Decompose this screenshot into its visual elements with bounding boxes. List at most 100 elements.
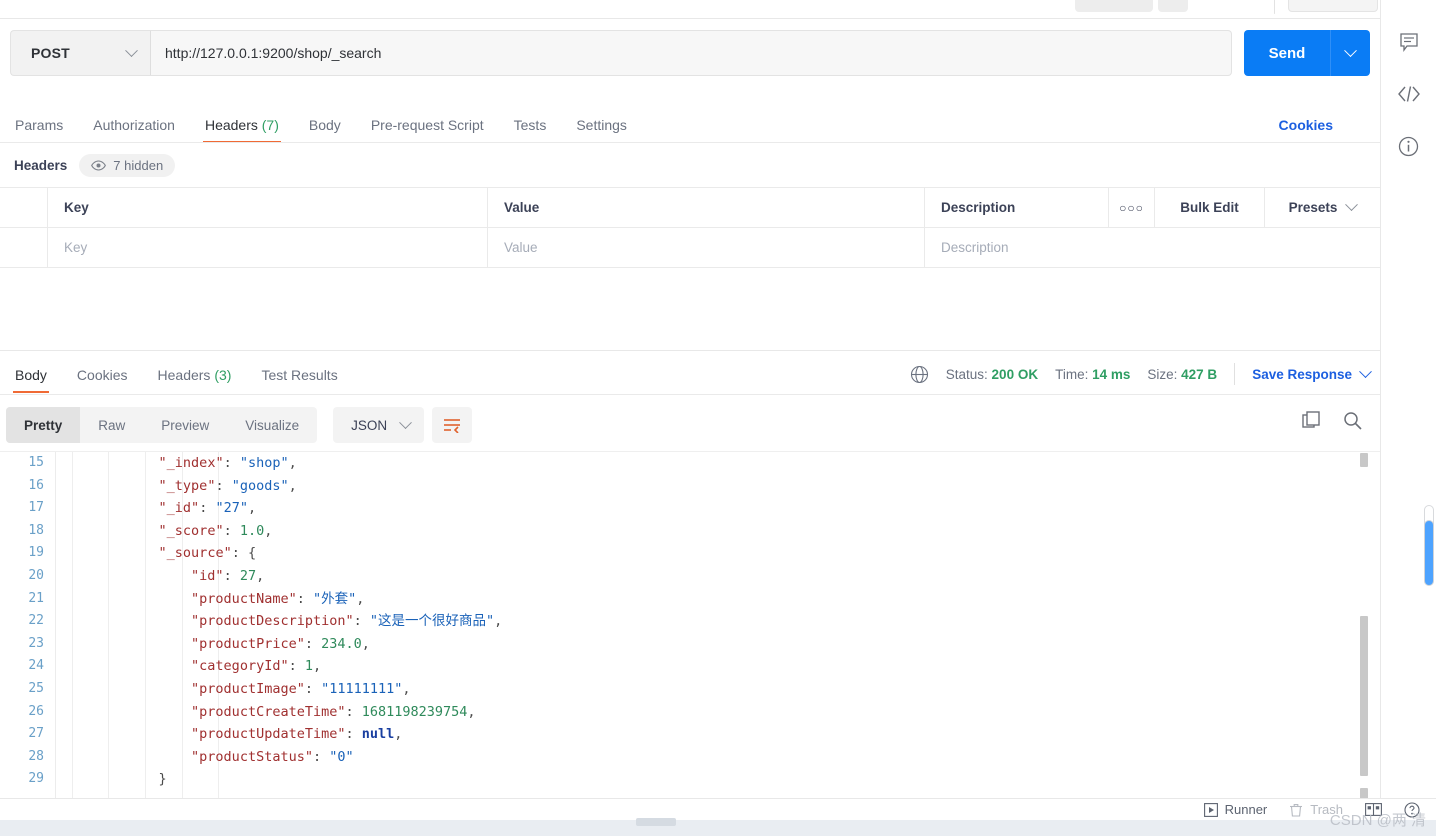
line-number: 27 [28,726,44,742]
send-button-group: Send [1244,30,1370,76]
bulk-edit-button[interactable]: Bulk Edit [1155,188,1265,227]
tab-label: Settings [576,117,627,133]
window-bottom-notch [636,818,676,826]
table-options-button[interactable]: ○○○ [1109,188,1155,227]
code-scrollbar-thumb-top[interactable] [1360,453,1368,467]
presets-label: Presets [1288,200,1338,215]
response-tab-test-results[interactable]: Test Results [246,367,352,393]
row-checkbox-cell[interactable] [0,228,48,267]
response-tabs-divider [0,394,1380,395]
tab-params[interactable]: Params [0,117,78,143]
cookies-link[interactable]: Cookies [1279,117,1333,133]
tab-pre-request-script[interactable]: Pre-request Script [356,117,499,143]
partial-button-a[interactable] [1075,0,1153,12]
view-mode-segmented: Pretty Raw Preview Visualize [6,407,318,443]
help-icon[interactable] [1404,801,1420,818]
hidden-headers-label: 7 hidden [113,157,164,173]
comment-icon[interactable] [1397,30,1421,54]
trash-icon [1289,803,1303,817]
code-line: "_source": { [158,545,257,562]
response-header: Body Cookies Headers (3) Test Results St… [0,359,1380,393]
tab-authorization[interactable]: Authorization [78,117,190,143]
headers-title: Headers [14,157,68,173]
time-badge: Time: 14 ms [1055,367,1130,382]
tab-tests[interactable]: Tests [499,117,562,143]
browser-scrollbar-thumb[interactable] [1424,520,1434,586]
value-input[interactable]: Value [488,228,925,267]
view-mode-preview[interactable]: Preview [143,407,227,443]
window-bottom-chrome [0,820,1436,836]
view-mode-pretty[interactable]: Pretty [6,407,81,443]
code-line: "productCreateTime": 1681198239754, [191,703,476,720]
eye-icon [91,159,107,171]
request-response-pane: POST http://127.0.0.1:9200/shop/_search … [0,19,1380,800]
top-partial-toolbar [0,0,1380,19]
tab-headers[interactable]: Headers (7) [190,117,294,143]
code-line: "productImage": "11111111", [191,680,411,697]
line-number: 15 [28,455,44,470]
view-mode-raw[interactable]: Raw [80,407,143,443]
view-mode-visualize[interactable]: Visualize [227,407,317,443]
presets-button[interactable]: Presets [1265,188,1380,227]
tab-body[interactable]: Body [294,117,356,143]
tab-settings[interactable]: Settings [561,117,642,143]
response-tab-headers[interactable]: Headers (3) [143,367,247,393]
tab-label: Cookies [76,367,128,383]
code-icon[interactable] [1397,82,1421,106]
tab-count: (3) [214,367,232,383]
word-wrap-icon[interactable] [432,407,473,443]
search-icon[interactable] [1343,411,1362,430]
response-body-toolbar: Pretty Raw Preview Visualize JSON [6,405,473,445]
time-value: 14 ms [1092,366,1131,382]
column-header-value: Value [488,188,925,227]
partial-button-b[interactable] [1158,0,1188,12]
status-bar: Runner Trash [0,798,1436,820]
table-header-row: Key Value Description ○○○ Bulk Edit Pres… [0,188,1380,228]
key-input[interactable]: Key [48,228,488,267]
two-pane-layout-icon[interactable] [1365,803,1382,816]
send-button[interactable]: Send [1244,30,1330,76]
tabs-divider [0,142,1380,143]
line-number: 28 [28,748,44,764]
runner-button[interactable]: Runner [1203,802,1267,817]
send-options-button[interactable] [1330,30,1370,76]
copy-icon[interactable] [1302,411,1321,430]
partial-button-c[interactable] [1288,0,1378,12]
partial-divider [1274,0,1275,14]
url-input[interactable]: http://127.0.0.1:9200/shop/_search [150,30,1232,76]
request-tabs: Params Authorization Headers (7) Body Pr… [0,107,1380,143]
response-body-code[interactable]: 15 16 17 18 19 20 21 22 23 24 25 26 27 28 29 "_index":… [0,451,1380,798]
code-line: "productDescription": "这是一个很好商品", [191,613,503,630]
select-all-checkbox-cell[interactable] [0,188,48,227]
chevron-down-icon [125,43,138,57]
save-response-label: Save Response [1252,366,1352,382]
http-method-select[interactable]: POST [10,30,150,76]
response-body-actions [1302,411,1362,430]
table-row: Key Value Description [0,228,1380,268]
hidden-headers-toggle[interactable]: 7 hidden [79,153,176,177]
line-number: 25 [28,680,44,696]
trash-button[interactable]: Trash [1289,802,1343,817]
tab-label: Test Results [261,367,338,383]
chevron-down-icon [1345,198,1359,212]
meta-divider [1234,363,1236,385]
description-input[interactable]: Description [925,228,1380,267]
response-format-select[interactable]: JSON [333,407,425,443]
size-value: 427 B [1181,366,1218,382]
line-number: 20 [28,567,44,583]
time-label: Time: [1055,366,1089,382]
code-line: "id": 27, [191,567,265,584]
code-line: } [158,771,167,788]
response-tab-body[interactable]: Body [0,367,62,393]
status-badge: Status: 200 OK [946,367,1038,382]
info-icon[interactable] [1397,134,1421,158]
size-label: Size: [1147,366,1178,382]
line-number: 23 [28,635,44,651]
save-response-button[interactable]: Save Response [1252,364,1372,382]
response-tab-cookies[interactable]: Cookies [62,367,143,393]
code-scrollbar-thumb[interactable] [1360,616,1368,776]
size-badge: Size: 427 B [1147,367,1217,382]
code-line: "productName": "外套", [191,590,365,607]
code-lines: "_index": "shop", "_type": "goods", "_id… [57,452,1380,798]
headers-table: Key Value Description ○○○ Bulk Edit Pres… [0,187,1380,268]
